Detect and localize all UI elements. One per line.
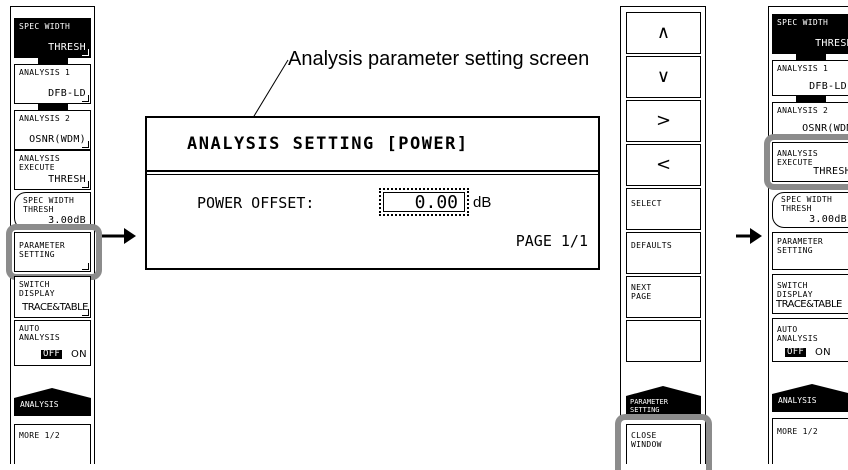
softkey-label: SPEC WIDTH <box>19 22 71 31</box>
softkey-value: TRACE&TABLE <box>776 299 842 310</box>
down-arrow-icon: ∨ <box>656 66 671 87</box>
softkey-label: AUTO ANALYSIS <box>777 325 818 343</box>
softkey-label: MORE 1/2 <box>19 431 60 440</box>
softkey-label: ANALYSIS 2 <box>777 106 829 115</box>
softkey-analysis-1-2[interactable]: ANALYSIS 1 DFB-LD <box>772 60 848 96</box>
softkey-analysis-execute[interactable]: ANALYSIS EXECUTE THRESH <box>14 150 91 190</box>
softkey-more[interactable]: MORE 1/2 <box>14 424 91 464</box>
softkey-spec-width[interactable]: SPEC WIDTH THRESH <box>14 18 91 58</box>
highlight-analysis-execute <box>764 134 848 190</box>
softkey-analysis-2-2[interactable]: ANALYSIS 2 OSNR(WDM) <box>772 102 848 138</box>
parameter-setting-tab-label: PARAMETER SETTING <box>630 398 668 414</box>
right-arrow-icon: > <box>655 110 672 131</box>
select-button[interactable]: SELECT <box>626 188 701 230</box>
softkey-label: MORE 1/2 <box>777 427 818 436</box>
next-page-button[interactable]: NEXT PAGE <box>626 276 701 318</box>
softkey-auto-analysis-2[interactable]: AUTO ANALYSIS OFF ON <box>772 318 848 362</box>
next-page-label: NEXT PAGE <box>631 283 652 301</box>
dialog-title-bar: ANALYSIS SETTING [POWER] <box>147 118 598 172</box>
left-button[interactable]: < <box>626 144 701 186</box>
softkey-label: SWITCH DISPLAY <box>19 280 55 298</box>
power-offset-unit: dB <box>473 194 492 211</box>
blank-softkey <box>626 320 701 362</box>
softkey-label: ANALYSIS 1 <box>19 68 71 77</box>
softkey-value: 3.00dB <box>809 214 847 225</box>
softkey-value: THRESH <box>48 42 86 53</box>
highlight-parameter-setting <box>6 224 102 280</box>
softkey-label: SPEC WIDTH THRESH <box>23 196 75 214</box>
softkey-label: ANALYSIS 1 <box>777 64 829 73</box>
analysis-setting-dialog: ANALYSIS SETTING [POWER] POWER OFFSET: 0… <box>145 116 600 270</box>
softkey-label: SPEC WIDTH THRESH <box>781 195 833 213</box>
dialog-title: ANALYSIS SETTING [POWER] <box>187 134 469 154</box>
softkey-analysis-1[interactable]: ANALYSIS 1 DFB-LD <box>14 64 91 104</box>
analysis-tab-2: ANALYSIS <box>772 384 848 412</box>
up-arrow-icon: ∧ <box>656 22 671 43</box>
auto-analysis-on: ON <box>71 349 87 360</box>
dialog-title-bar-lower <box>147 174 598 176</box>
power-offset-label: POWER OFFSET: <box>197 194 315 212</box>
softkey-label: ANALYSIS 2 <box>19 114 71 123</box>
right-button[interactable]: > <box>626 100 701 142</box>
defaults-button[interactable]: DEFAULTS <box>626 232 701 274</box>
analysis-tab-label-2: ANALYSIS <box>778 396 817 405</box>
softkey-value: THRESH <box>48 174 86 185</box>
defaults-label: DEFAULTS <box>631 241 672 250</box>
softkey-label: SWITCH DISPLAY <box>777 281 813 299</box>
left-arrow-icon: < <box>655 154 672 175</box>
page-indicator: PAGE 1/1 <box>515 232 588 250</box>
softkey-spec-width-thresh-2[interactable]: SPEC WIDTH THRESH 3.00dB <box>772 192 848 228</box>
analysis-tab-label: ANALYSIS <box>20 400 59 409</box>
softkey-label: AUTO ANALYSIS <box>19 324 60 342</box>
auto-analysis-off-2: OFF <box>785 347 807 357</box>
softkey-value: TRACE&TABLE <box>22 302 88 313</box>
down-button[interactable]: ∨ <box>626 56 701 98</box>
arrow-right-icon-2 <box>736 228 762 244</box>
softkey-more-2[interactable]: MORE 1/2 <box>772 418 848 464</box>
arrow-right-icon <box>102 228 136 244</box>
softkey-analysis-2[interactable]: ANALYSIS 2 OSNR(WDM) <box>14 110 91 150</box>
auto-analysis-off: OFF <box>41 349 63 359</box>
analysis-tab: ANALYSIS <box>14 388 91 416</box>
up-button[interactable]: ∧ <box>626 12 701 54</box>
auto-analysis-on-2: ON <box>815 347 831 358</box>
softkey-switch-display-2[interactable]: SWITCH DISPLAY TRACE&TABLE <box>772 274 848 314</box>
softkey-value: DFB-LD <box>809 81 847 92</box>
annotation-label: Analysis parameter setting screen <box>288 48 590 70</box>
softkey-value: OSNR(WDM) <box>29 134 86 145</box>
select-label: SELECT <box>631 199 662 208</box>
power-offset-input[interactable]: 0.00 <box>379 188 469 216</box>
softkey-value: OSNR(WDM) <box>802 123 848 134</box>
highlight-close-window <box>615 414 712 470</box>
softkey-spec-width-2[interactable]: SPEC WIDTH THRESH <box>772 14 848 54</box>
softkey-label: PARAMETER SETTING <box>777 237 824 255</box>
softkey-label: ANALYSIS EXECUTE <box>19 154 60 172</box>
softkey-parameter-setting-2[interactable]: PARAMETER SETTING <box>772 232 848 270</box>
power-offset-value: 0.00 <box>383 192 465 213</box>
softkey-switch-display[interactable]: SWITCH DISPLAY TRACE&TABLE <box>14 276 91 318</box>
softkey-auto-analysis[interactable]: AUTO ANALYSIS OFF ON <box>14 320 91 366</box>
softkey-value: DFB-LD <box>48 88 86 99</box>
softkey-value: THRESH <box>815 38 848 49</box>
softkey-label: SPEC WIDTH <box>777 18 829 27</box>
